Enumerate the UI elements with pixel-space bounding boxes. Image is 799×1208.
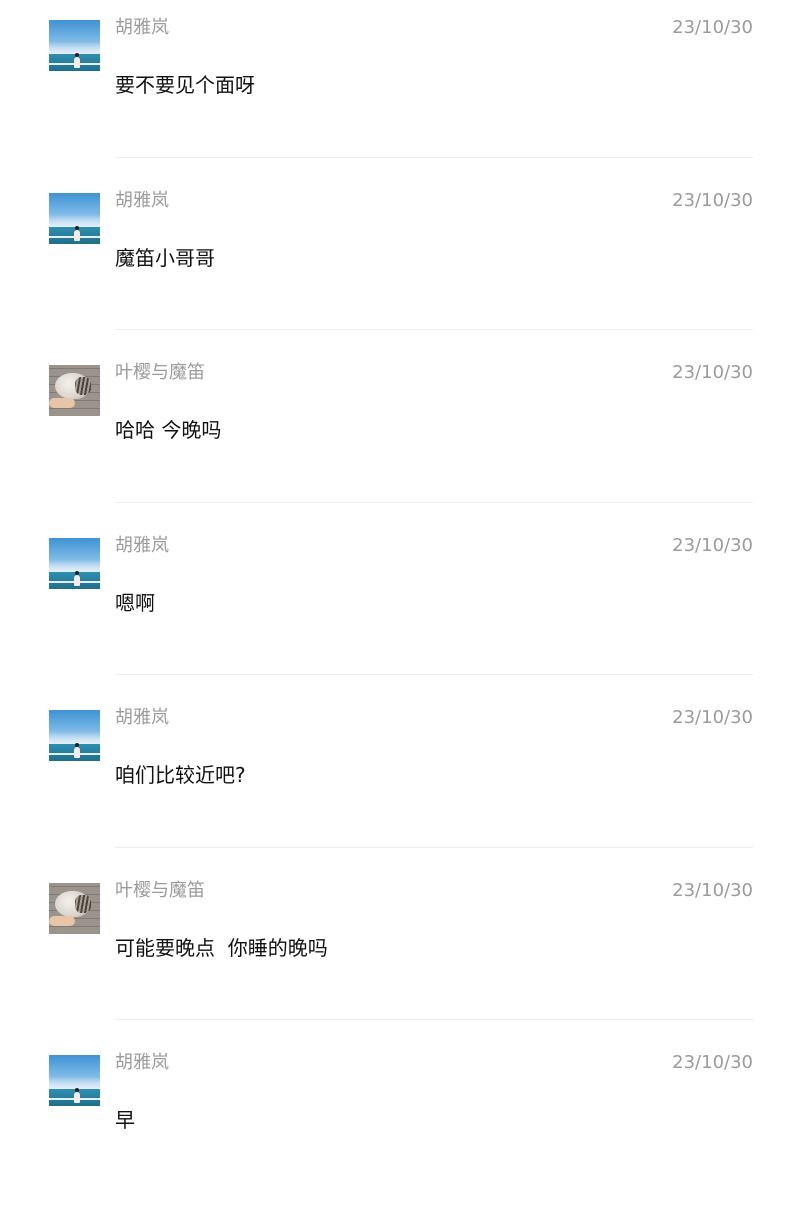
avatar[interactable] xyxy=(49,1055,100,1106)
message-text: 魔笛小哥哥 xyxy=(115,245,215,270)
message-list: 胡雅岚 23/10/30 要不要见个面呀 胡雅岚 23/10/30 魔笛小哥哥 … xyxy=(0,0,799,1208)
divider xyxy=(115,846,753,848)
message-item[interactable]: 叶樱与魔笛 23/10/30 可能要晚点 你睡的晚吗 xyxy=(0,863,799,1036)
divider xyxy=(115,329,753,330)
message-text: 要不要见个面呀 xyxy=(115,73,255,97)
message-text: 哈哈 今晚吗 xyxy=(115,418,222,442)
avatar[interactable] xyxy=(49,365,100,416)
sender-name: 胡雅岚 xyxy=(115,1052,169,1073)
sender-name: 胡雅岚 xyxy=(115,534,169,556)
sender-name: 叶樱与魔笛 xyxy=(115,362,205,383)
message-date: 23/10/30 xyxy=(672,534,753,556)
message-date: 23/10/30 xyxy=(672,189,753,211)
message-text: 嗯啊 xyxy=(115,590,155,615)
message-date: 23/10/30 xyxy=(672,17,753,38)
message-date: 23/10/30 xyxy=(672,362,753,383)
sender-name: 叶樱与魔笛 xyxy=(115,879,205,901)
message-text: 咱们比较近吧? xyxy=(115,763,246,787)
message-item[interactable]: 胡雅岚 23/10/30 早 xyxy=(0,1035,799,1208)
divider xyxy=(115,156,753,158)
divider xyxy=(115,674,753,675)
sender-name: 胡雅岚 xyxy=(115,707,169,728)
avatar[interactable] xyxy=(49,20,100,71)
divider xyxy=(115,1019,753,1020)
avatar[interactable] xyxy=(49,192,100,244)
sender-name: 胡雅岚 xyxy=(115,189,169,211)
message-item[interactable]: 胡雅岚 23/10/30 咱们比较近吧? xyxy=(0,690,799,863)
message-date: 23/10/30 xyxy=(672,1052,753,1073)
avatar[interactable] xyxy=(49,537,100,589)
message-item[interactable]: 叶樱与魔笛 23/10/30 哈哈 今晚吗 xyxy=(0,345,799,518)
message-text: 可能要晚点 你睡的晚吗 xyxy=(115,935,328,960)
message-date: 23/10/30 xyxy=(672,879,753,901)
message-text: 早 xyxy=(115,1108,135,1132)
divider xyxy=(115,501,753,503)
avatar[interactable] xyxy=(49,710,100,761)
message-item[interactable]: 胡雅岚 23/10/30 要不要见个面呀 xyxy=(0,0,799,173)
message-item[interactable]: 胡雅岚 23/10/30 魔笛小哥哥 xyxy=(0,173,799,346)
avatar[interactable] xyxy=(49,882,100,934)
message-date: 23/10/30 xyxy=(672,707,753,728)
message-item[interactable]: 胡雅岚 23/10/30 嗯啊 xyxy=(0,518,799,691)
sender-name: 胡雅岚 xyxy=(115,17,169,38)
